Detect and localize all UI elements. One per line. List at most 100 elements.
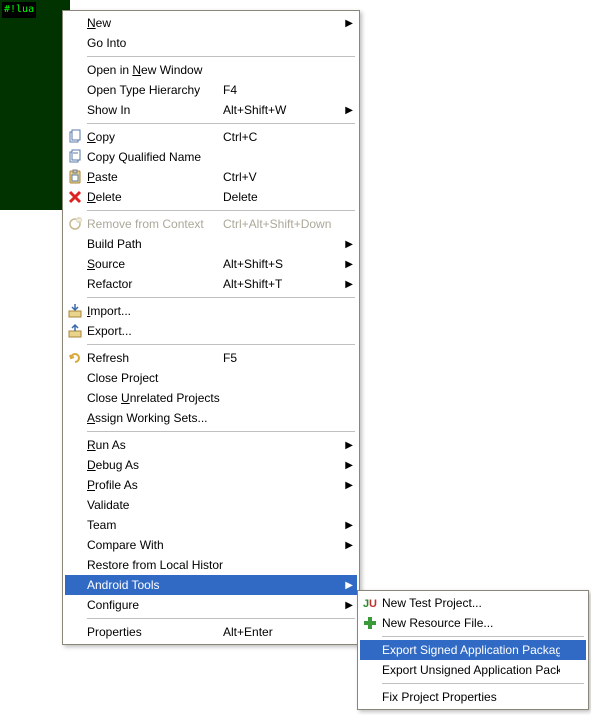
menu-item-show-in[interactable]: Show InAlt+Shift+W▶	[65, 100, 357, 120]
blank-icon	[65, 495, 85, 515]
menu-item-close-project[interactable]: Close Project	[65, 368, 357, 388]
submenu-arrow-icon: ▶	[341, 540, 353, 551]
blank-icon	[65, 515, 85, 535]
menu-item-label: New	[85, 16, 223, 30]
submenu-arrow-icon: ▶	[341, 580, 353, 591]
menu-item-build-path[interactable]: Build Path ▶	[65, 234, 357, 254]
blank-icon	[360, 660, 380, 680]
blank-icon	[65, 368, 85, 388]
menu-separator	[382, 683, 584, 684]
menu-item-close-unrelated-projects[interactable]: Close Unrelated Projects	[65, 388, 357, 408]
menu-item-new-resource-file[interactable]: New Resource File...	[360, 613, 586, 633]
menu-item-label: Export...	[85, 324, 223, 338]
import-icon	[65, 301, 85, 321]
menu-item-team[interactable]: Team ▶	[65, 515, 357, 535]
submenu-arrow-icon: ▶	[341, 279, 353, 290]
menu-item-go-into[interactable]: Go Into	[65, 33, 357, 53]
menu-separator	[87, 618, 355, 619]
menu-item-label: Debug As	[85, 458, 223, 472]
menu-item-label: Team	[85, 518, 223, 532]
menu-item-label: Delete	[85, 190, 223, 204]
menu-item-android-tools[interactable]: Android Tools▶	[65, 575, 357, 595]
menu-item-export-signed-application-package[interactable]: Export Signed Application Package...	[360, 640, 586, 660]
blank-icon	[65, 33, 85, 53]
menu-item-assign-working-sets[interactable]: Assign Working Sets...	[65, 408, 357, 428]
menu-item-source[interactable]: SourceAlt+Shift+S▶	[65, 254, 357, 274]
submenu-arrow-icon: ▶	[341, 105, 353, 116]
blank-icon	[65, 408, 85, 428]
menu-item-fix-project-properties[interactable]: Fix Project Properties	[360, 687, 586, 707]
menu-item-debug-as[interactable]: Debug As▶	[65, 455, 357, 475]
menu-item-label: New Test Project...	[380, 596, 560, 610]
menu-item-paste[interactable]: PasteCtrl+V	[65, 167, 357, 187]
menu-separator	[87, 56, 355, 57]
blank-icon	[65, 80, 85, 100]
menu-item-label: Copy	[85, 130, 223, 144]
menu-item-profile-as[interactable]: Profile As ▶	[65, 475, 357, 495]
menu-item-export-unsigned-application-package[interactable]: Export Unsigned Application Package...	[360, 660, 586, 680]
submenu-arrow-icon: ▶	[341, 440, 353, 451]
menu-item-shortcut: F5	[223, 351, 341, 365]
menu-separator	[87, 431, 355, 432]
menu-item-label: Profile As	[85, 478, 223, 492]
submenu-arrow-icon: ▶	[341, 600, 353, 611]
submenu-arrow-icon: ▶	[341, 239, 353, 250]
blank-icon	[65, 60, 85, 80]
menu-item-configure[interactable]: Configure▶	[65, 595, 357, 615]
menu-item-label: Fix Project Properties	[380, 690, 560, 704]
bg-line: #!lua	[2, 2, 36, 18]
menu-item-refactor[interactable]: RefactorAlt+Shift+T▶	[65, 274, 357, 294]
svg-text:U: U	[369, 598, 377, 610]
menu-item-validate[interactable]: Validate	[65, 495, 357, 515]
menu-item-export[interactable]: Export...	[65, 321, 357, 341]
menu-item-shortcut: Alt+Shift+T	[223, 277, 341, 291]
submenu-arrow-icon: ▶	[341, 480, 353, 491]
menu-item-label: New Resource File...	[380, 616, 560, 630]
menu-item-label: Restore from Local History...	[85, 558, 223, 572]
menu-item-copy-qualified-name[interactable]: Copy Qualified Name	[65, 147, 357, 167]
menu-item-label: Open in New Window	[85, 63, 223, 77]
menu-item-shortcut: F4	[223, 83, 341, 97]
blank-icon	[65, 575, 85, 595]
menu-item-label: Build Path	[85, 237, 223, 251]
menu-item-run-as[interactable]: Run As ▶	[65, 435, 357, 455]
blank-icon	[65, 388, 85, 408]
copy-qn-icon	[65, 147, 85, 167]
blank-icon	[65, 274, 85, 294]
context-menu[interactable]: New▶Go IntoOpen in New WindowOpen Type H…	[62, 10, 360, 645]
menu-item-label: Go Into	[85, 36, 223, 50]
menu-item-restore-from-local-history[interactable]: Restore from Local History...	[65, 555, 357, 575]
menu-item-label: Remove from Context	[85, 217, 223, 231]
remove-ctx-icon	[65, 214, 85, 234]
menu-item-open-type-hierarchy[interactable]: Open Type HierarchyF4	[65, 80, 357, 100]
menu-item-new[interactable]: New▶	[65, 13, 357, 33]
menu-item-label: Copy Qualified Name	[85, 150, 223, 164]
menu-item-compare-with[interactable]: Compare With ▶	[65, 535, 357, 555]
blank-icon	[65, 254, 85, 274]
menu-item-delete[interactable]: DeleteDelete	[65, 187, 357, 207]
menu-item-label: Export Unsigned Application Package...	[380, 663, 560, 677]
menu-item-label: Paste	[85, 170, 223, 184]
menu-item-label: Export Signed Application Package...	[380, 643, 560, 657]
menu-item-label: Import...	[85, 304, 223, 318]
menu-item-label: Run As	[85, 438, 223, 452]
menu-item-label: Open Type Hierarchy	[85, 83, 223, 97]
submenu-arrow-icon: ▶	[341, 520, 353, 531]
menu-item-label: Refresh	[85, 351, 223, 365]
menu-item-shortcut: Alt+Shift+S	[223, 257, 341, 271]
menu-item-remove-from-context: Remove from ContextCtrl+Alt+Shift+Down	[65, 214, 357, 234]
delete-icon	[65, 187, 85, 207]
menu-item-import[interactable]: Import...	[65, 301, 357, 321]
blank-icon	[65, 435, 85, 455]
menu-item-new-test-project[interactable]: JUNew Test Project...	[360, 593, 586, 613]
menu-item-open-in-new-window[interactable]: Open in New Window	[65, 60, 357, 80]
android-tools-submenu[interactable]: JUNew Test Project... New Resource File..…	[357, 590, 589, 710]
menu-item-shortcut: Delete	[223, 190, 341, 204]
menu-item-refresh[interactable]: RefreshF5	[65, 348, 357, 368]
menu-item-label: Compare With	[85, 538, 223, 552]
blank-icon	[65, 622, 85, 642]
menu-item-label: Properties	[85, 625, 223, 639]
menu-item-copy[interactable]: CopyCtrl+C	[65, 127, 357, 147]
menu-item-label: Refactor	[85, 277, 223, 291]
menu-item-properties[interactable]: PropertiesAlt+Enter	[65, 622, 357, 642]
